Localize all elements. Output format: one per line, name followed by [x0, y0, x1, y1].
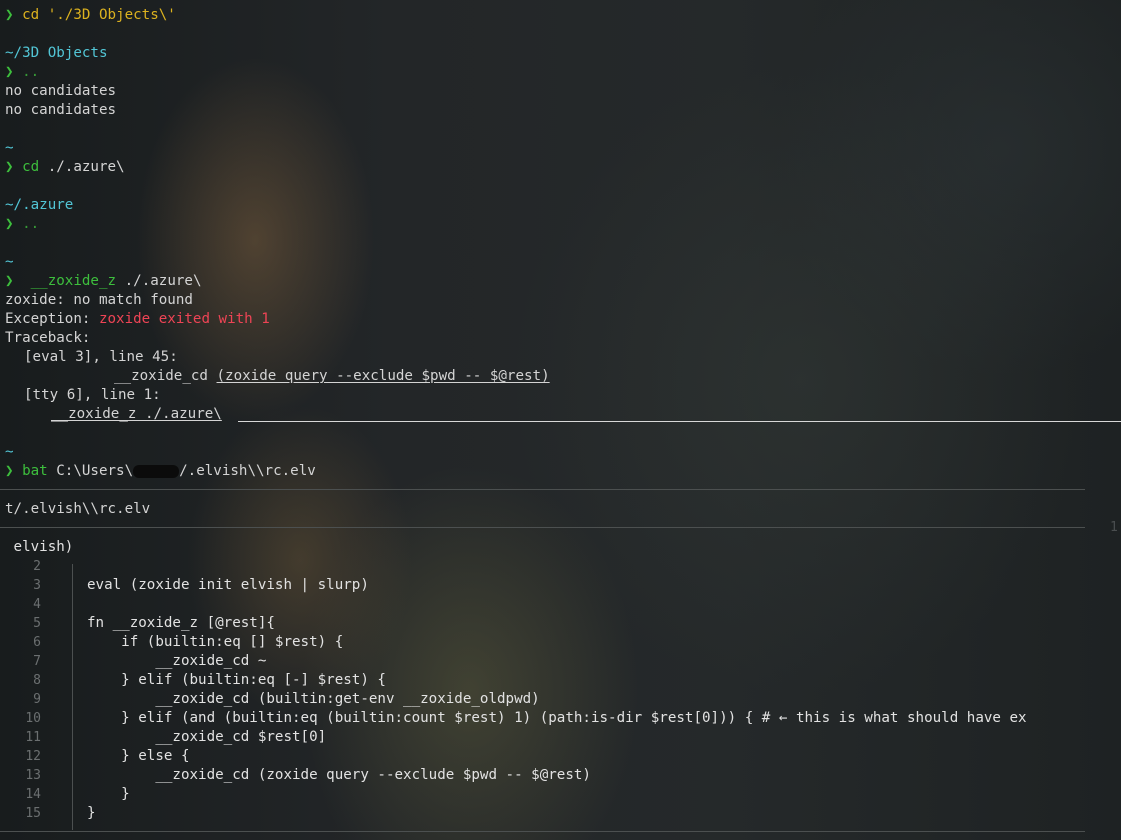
command-keyword: cd — [22, 159, 40, 175]
prompt-line-dotdot: ❯ .. — [5, 63, 39, 82]
exception-label: Exception: — [5, 311, 91, 327]
line-number: 15 — [25, 806, 41, 821]
cwd-line: ~/3D Objects — [5, 45, 108, 61]
traceback-label: Traceback: — [5, 330, 91, 346]
traceback-expr: (zoxide query --exclude $pwd -- $@rest) — [216, 368, 550, 384]
bat-top-rule — [0, 489, 1085, 490]
prompt-line-zoxide: ❯ __zoxide_z ./.azure\ — [5, 272, 201, 291]
code-line: __zoxide_cd $rest[0] — [87, 729, 327, 745]
cursor-artifact-line — [238, 421, 1121, 422]
command-text: ./.azure\ — [39, 159, 125, 175]
code-line: } elif (builtin:eq [-] $rest) { — [87, 672, 386, 688]
line-number: 13 — [25, 768, 41, 783]
prompt-chevron-icon: ❯ — [5, 7, 14, 23]
cwd-line: ~ — [5, 140, 14, 156]
prompt-line-cd-3d-objects: ❯ cd './3D Objects\' — [5, 6, 176, 25]
cwd-line: ~ — [5, 444, 14, 460]
code-line: } — [87, 805, 96, 821]
command-text: cd './3D Objects\' — [22, 7, 176, 23]
command-path: /.elvish\\rc.elv — [179, 463, 316, 479]
line-number: 6 — [33, 635, 41, 650]
line-number: 5 — [33, 616, 41, 631]
command-text: .. — [22, 64, 40, 80]
traceback-fn: __zoxide_cd — [114, 368, 208, 384]
line-number-gutter-divider — [72, 564, 73, 830]
code-line: } — [87, 786, 130, 802]
line-number: 12 — [25, 749, 41, 764]
output-line: no candidates — [5, 102, 117, 118]
prompt-chevron-icon: ❯ — [5, 159, 14, 175]
traceback-location: [tty 6], line 1: — [24, 387, 161, 403]
prompt-chevron-icon: ❯ — [5, 216, 14, 232]
line-number: 10 — [25, 711, 41, 726]
code-line: eval (zoxide init elvish | slurp) — [87, 577, 369, 593]
line-number: 4 — [33, 597, 41, 612]
code-line: fn __zoxide_z [@rest]{ — [87, 615, 275, 631]
line-number: 3 — [33, 578, 41, 593]
code-line: } elif (and (builtin:eq (builtin:count $… — [87, 710, 1027, 726]
code-line-fragment: elvish) — [5, 539, 74, 555]
prompt-line-bat: ❯ bat C:\Users\ /.elvish\\rc.elv — [5, 462, 316, 481]
bat-bottom-rule — [0, 831, 1085, 832]
prompt-line-dotdot: ❯ .. — [5, 215, 39, 234]
cwd-line: ~/.azure — [5, 197, 74, 213]
prompt-chevron-icon: ❯ — [5, 64, 14, 80]
code-line: __zoxide_cd (builtin:get-env __zoxide_ol… — [87, 691, 540, 707]
output-line: no candidates — [5, 83, 117, 99]
redacted-username — [133, 464, 180, 478]
code-line: __zoxide_cd (zoxide query --exclude $pwd… — [87, 767, 591, 783]
code-line: if (builtin:eq [] $rest) { — [87, 634, 344, 650]
traceback-code: __zoxide_cd (zoxide query --exclude $pwd… — [114, 367, 550, 386]
exception-line: Exception: zoxide exited with 1 — [5, 310, 270, 329]
bat-header-rule — [0, 527, 1085, 528]
exception-message: zoxide exited with 1 — [98, 311, 270, 327]
prompt-line-cd-azure: ❯ cd ./.azure\ — [5, 158, 125, 177]
command-text: .. — [22, 216, 40, 232]
line-number: 8 — [33, 673, 41, 688]
command-path: C:\Users\ — [56, 463, 134, 479]
traceback-location: [eval 3], line 45: — [24, 349, 178, 365]
line-number: 14 — [25, 787, 41, 802]
line-number: 2 — [33, 559, 41, 574]
line-number: 9 — [33, 692, 41, 707]
command-bin: bat — [22, 463, 48, 479]
code-line: } else { — [87, 748, 190, 764]
traceback-expr: __zoxide_z ./.azure\ — [51, 406, 222, 422]
bat-file-header: t/.elvish\\rc.elv — [5, 501, 151, 517]
line-number: 11 — [25, 730, 41, 745]
line-number: 7 — [33, 654, 41, 669]
prompt-chevron-icon: ❯ — [5, 273, 14, 289]
command-function: __zoxide_z — [30, 273, 117, 289]
command-arg: ./.azure\ — [124, 273, 202, 289]
line-number-marker: 1 — [1110, 520, 1118, 535]
output-line: zoxide: no match found — [5, 292, 193, 308]
cwd-line: ~ — [5, 254, 14, 270]
code-line: __zoxide_cd ~ — [87, 653, 267, 669]
prompt-chevron-icon: ❯ — [5, 463, 14, 479]
